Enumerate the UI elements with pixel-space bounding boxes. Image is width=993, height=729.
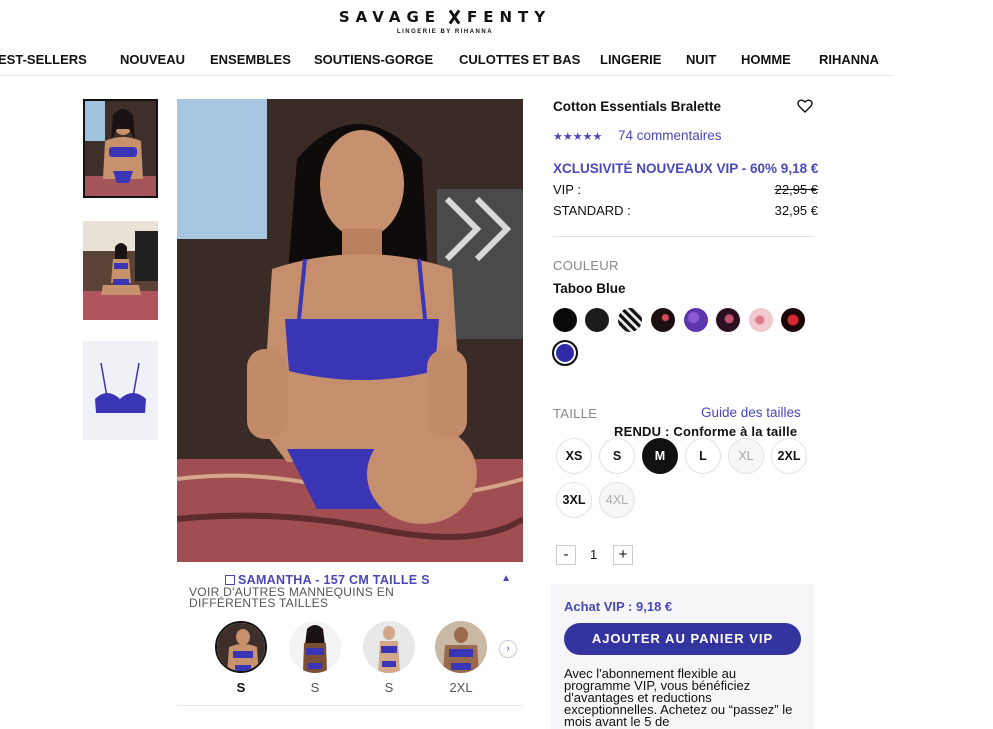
size-guide-link[interactable]: Guide des tailles xyxy=(701,405,801,420)
brand-wordmark: SAVAGE FENTY xyxy=(0,8,890,26)
model-carousel: S S S 2XL xyxy=(177,621,523,701)
thumbnail-model-seated-image xyxy=(83,221,158,320)
swatch-pink-print[interactable] xyxy=(749,308,773,332)
thumbnail-product-flat-image xyxy=(83,341,158,440)
quantity-increase-button[interactable]: + xyxy=(613,545,633,565)
divider xyxy=(553,236,813,237)
nav-item-best-sellers[interactable]: EST-SELLERS xyxy=(0,52,87,67)
product-title: Cotton Essentials Bralette xyxy=(553,99,722,114)
model-size-label-1: S xyxy=(236,680,246,695)
vip-price-row: VIP : 22,95 € xyxy=(553,182,818,197)
swatch-taboo-blue[interactable] xyxy=(552,340,578,366)
swatch-dark-floral[interactable] xyxy=(716,308,740,332)
brand-tagline: LINGERIE BY RIHANNA xyxy=(396,29,494,35)
model-photo xyxy=(177,99,523,562)
nav-item-ensembles[interactable]: ENSEMBLES xyxy=(210,52,291,67)
thumbnail-1[interactable] xyxy=(83,99,158,198)
standard-price-label: STANDARD : xyxy=(553,203,631,218)
reviews-link[interactable]: 74 commentaires xyxy=(618,128,722,143)
swatch-black-texture[interactable] xyxy=(585,308,609,332)
size-option-m[interactable]: M xyxy=(642,438,678,474)
model-2-avatar xyxy=(289,621,341,673)
model-size-label-2: S xyxy=(310,680,320,695)
brand-name-right: FENTY xyxy=(467,8,552,26)
main-nav: EST-SELLERS NOUVEAU ENSEMBLES SOUTIENS-G… xyxy=(0,50,893,76)
standard-price-row: STANDARD : 32,95 € xyxy=(553,203,818,218)
carousel-next-icon[interactable]: › xyxy=(499,640,517,658)
size-option-4xl[interactable]: 4XL xyxy=(599,482,635,518)
fit-note: RENDU : Conforme à la taille xyxy=(614,424,798,439)
size-option-2xl[interactable]: 2XL xyxy=(771,438,807,474)
model-4-avatar xyxy=(435,621,487,673)
size-section-label: TAILLE xyxy=(553,406,598,421)
size-option-l[interactable]: L xyxy=(685,438,721,474)
model-panel-subtitle: VOIR D'AUTRES MANNEQUINS EN DIFFÉRENTES … xyxy=(189,585,395,610)
quantity-value: 1 xyxy=(590,547,598,562)
model-option-3[interactable] xyxy=(363,621,415,673)
model-size-label-4: 2XL xyxy=(449,680,473,695)
nav-item-homme[interactable]: HOMME xyxy=(741,52,791,67)
wishlist-heart-icon[interactable] xyxy=(797,99,813,113)
swatch-purple-print[interactable] xyxy=(684,308,708,332)
model-3-avatar xyxy=(363,621,415,673)
model-1-avatar xyxy=(217,623,265,671)
swatch-black[interactable] xyxy=(553,308,577,332)
thumbnail-3[interactable] xyxy=(83,341,158,440)
thumbnail-model-front-image xyxy=(85,101,156,196)
swatch-zebra-print[interactable] xyxy=(618,308,642,332)
collapse-caret-icon[interactable]: ▲ xyxy=(501,573,511,584)
nav-item-culottes-et-bas[interactable]: CULOTTES ET BAS xyxy=(459,52,580,67)
vip-price-value: 22,95 € xyxy=(774,182,818,197)
model-size-label-3: S xyxy=(384,680,394,695)
size-option-3xl[interactable]: 3XL xyxy=(556,482,592,518)
promo-text: XCLUSIVITÉ NOUVEAUX VIP - 60% 9,18 € xyxy=(553,161,819,176)
vip-description: Avec l'abonnement flexible au programme … xyxy=(564,666,793,729)
nav-item-soutiens-gorge[interactable]: SOUTIENS-GORGE xyxy=(314,52,433,67)
main-product-image[interactable] xyxy=(177,99,523,562)
swatch-red-black-print[interactable] xyxy=(781,308,805,332)
add-to-cart-vip-button[interactable]: AJOUTER AU PANIER VIP xyxy=(564,623,801,655)
color-section-label: COULEUR xyxy=(553,258,619,273)
model-info-icon xyxy=(225,575,235,585)
vip-price-label: VIP : xyxy=(553,182,581,197)
rating-stars-icon: ★★★★★ xyxy=(553,131,603,143)
nav-item-nuit[interactable]: NUIT xyxy=(686,52,716,67)
swatch-black-floral[interactable] xyxy=(651,308,675,332)
vip-purchase-price: Achat VIP : 9,18 € xyxy=(564,599,673,614)
model-option-4[interactable] xyxy=(435,621,487,673)
size-option-xl[interactable]: XL xyxy=(728,438,764,474)
standard-price-value: 32,95 € xyxy=(774,203,818,218)
thumbnail-2[interactable] xyxy=(83,221,158,320)
brand-x-icon xyxy=(447,10,461,24)
size-option-s[interactable]: S xyxy=(599,438,635,474)
model-option-2[interactable] xyxy=(289,621,341,673)
brand-logo[interactable]: SAVAGE FENTY LINGERIE BY RIHANNA xyxy=(0,8,890,35)
model-size-panel: SAMANTHA - 157 CM TAILLE S ▲ VOIR D'AUTR… xyxy=(177,563,523,706)
nav-item-lingerie[interactable]: LINGERIE xyxy=(600,52,661,67)
nav-item-nouveau[interactable]: NOUVEAU xyxy=(120,52,185,67)
nav-item-rihanna[interactable]: RIHANNA xyxy=(819,52,879,67)
model-option-1[interactable] xyxy=(215,621,267,673)
vip-purchase-box: Achat VIP : 9,18 € AJOUTER AU PANIER VIP… xyxy=(551,584,814,729)
brand-name-left: SAVAGE xyxy=(338,8,441,26)
selected-color-name: Taboo Blue xyxy=(553,281,626,296)
size-option-xs[interactable]: XS xyxy=(556,438,592,474)
quantity-decrease-button[interactable]: - xyxy=(556,545,576,565)
